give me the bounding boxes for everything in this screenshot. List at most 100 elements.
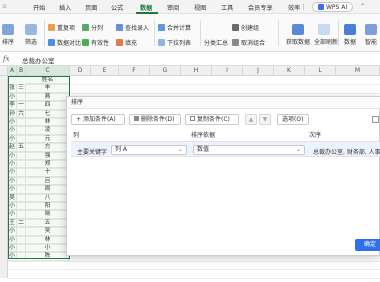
copy-condition-button[interactable]: 复制条件(C) — [185, 114, 239, 125]
row-header[interactable] — [0, 193, 8, 202]
fx-icon[interactable]: fx — [3, 55, 10, 63]
sort-button[interactable]: 排序 — [0, 24, 16, 46]
wps-ai-label: WPS AI — [326, 4, 348, 11]
delete-condition-button[interactable]: 删除条件(D) — [129, 114, 181, 125]
row-header[interactable] — [0, 269, 8, 278]
row-header[interactable] — [0, 210, 8, 219]
filter-icon — [25, 24, 37, 35]
column-header-label: 列 — [73, 132, 80, 139]
more-icon[interactable]: ⋮ — [300, 3, 307, 11]
row-header[interactable] — [0, 218, 8, 228]
delete-condition-label: 删除条件(D) — [141, 116, 175, 123]
ribbon-divider — [44, 20, 45, 46]
row-header[interactable] — [0, 168, 8, 177]
ribbon-divider — [338, 20, 339, 46]
options-button[interactable]: 选项(O) — [277, 114, 309, 125]
ribbon-toolbar: 排序 筛选 重复项 数据对比 分列 有效性 查找录入 填充 合并计算 下拉列表 … — [0, 14, 380, 52]
ok-button[interactable]: 确定 — [355, 239, 380, 251]
select-all-corner[interactable] — [0, 66, 8, 76]
get-data-icon — [292, 24, 304, 35]
subtotal-button[interactable]: 分类汇总 — [204, 38, 228, 47]
row-header[interactable] — [0, 126, 8, 135]
split-button[interactable]: 分列 — [82, 23, 103, 32]
move-down-button[interactable]: ▼ — [259, 114, 271, 125]
row-header[interactable] — [0, 185, 8, 194]
column-header-d[interactable]: D — [70, 66, 91, 76]
add-condition-button[interactable]: + 添加条件(A) — [71, 114, 125, 125]
row-header[interactable] — [0, 227, 8, 236]
find-input-button[interactable]: 查找录入 — [116, 23, 149, 32]
smart-button[interactable]: 智能 — [362, 24, 380, 46]
tab-formula[interactable]: 公式 — [111, 3, 123, 12]
get-data-button[interactable]: 获取数据 — [284, 24, 312, 46]
create-group-button[interactable]: 创建组 — [232, 23, 259, 32]
sort-basis-header-label: 排序依据 — [191, 132, 216, 139]
tab-review[interactable]: 审阅 — [167, 3, 179, 12]
header-checkbox[interactable] — [372, 116, 379, 123]
wps-ai-button[interactable]: WPS AI — [312, 2, 354, 12]
column-header-h[interactable]: H — [181, 66, 212, 76]
row-header[interactable] — [0, 118, 8, 127]
column-select[interactable]: 列 A ⌄ — [111, 145, 187, 155]
row-header[interactable] — [0, 76, 8, 85]
refresh-label: 全部刷新 — [314, 39, 339, 46]
filter-label: 筛选 — [24, 39, 37, 46]
row-header[interactable] — [0, 260, 8, 270]
tab-view[interactable]: 视图 — [194, 3, 206, 12]
sort-icon — [2, 24, 14, 35]
column-header-a[interactable]: A — [8, 66, 17, 76]
sort-basis-select[interactable]: 数值 ⌄ — [193, 145, 305, 155]
dropdown-list-button[interactable]: 下拉列表 — [158, 38, 191, 47]
column-header-l[interactable]: L — [305, 66, 336, 76]
row-header[interactable] — [0, 244, 8, 253]
row-header[interactable] — [0, 176, 8, 186]
get-data-label: 获取数据 — [285, 39, 310, 46]
column-header-c[interactable]: C — [26, 66, 70, 76]
fill-button[interactable]: 填充 — [116, 38, 137, 47]
row-header[interactable] — [0, 160, 8, 169]
tab-efficiency[interactable]: 效率 — [288, 3, 300, 12]
refresh-button[interactable]: 全部刷新 — [314, 24, 338, 46]
column-header-f[interactable]: F — [119, 66, 150, 76]
column-select-value: 列 A — [115, 146, 128, 153]
duplicates-button[interactable]: 重复项 — [48, 23, 75, 32]
order-select[interactable]: 总裁办公室, 财务部, 人事部 — [313, 147, 380, 156]
column-header-e[interactable]: E — [91, 66, 119, 76]
compare-button[interactable]: 数据对比 — [48, 38, 81, 47]
column-header-j[interactable]: J — [243, 66, 274, 76]
row-header[interactable] — [0, 235, 8, 244]
column-header-i[interactable]: I — [212, 66, 243, 76]
formula-input[interactable]: 总裁办公室 — [22, 55, 55, 65]
chevron-up-icon[interactable]: ⌃ — [360, 3, 365, 10]
tab-tools[interactable]: 工具 — [221, 3, 233, 12]
tab-page[interactable]: 页面 — [85, 3, 97, 12]
sort-condition-row[interactable]: 主要关键字 列 A ⌄ 数值 ⌄ 总裁办公室, 财务部, 人事部 — [71, 141, 380, 157]
tab-insert[interactable]: 插入 — [59, 3, 71, 12]
data-sheet-icon — [344, 24, 356, 35]
data-sheet-button[interactable]: 数据 — [342, 24, 358, 46]
tab-member[interactable]: 会员专享 — [248, 3, 273, 12]
plus-icon: + — [76, 116, 83, 123]
ungroup-button[interactable]: 取消组合 — [232, 38, 265, 47]
column-header-m[interactable]: M — [336, 66, 380, 76]
row-header[interactable] — [0, 143, 8, 152]
column-header-b[interactable]: B — [17, 66, 26, 76]
merge-calc-label: 合并计算 — [167, 25, 192, 32]
validity-button[interactable]: 有效性 — [82, 38, 109, 47]
row-header[interactable] — [0, 134, 8, 144]
row-header[interactable] — [0, 84, 8, 93]
row-header[interactable] — [0, 109, 8, 118]
row-header[interactable] — [0, 151, 8, 160]
filter-button[interactable]: 筛选 — [22, 24, 40, 46]
row-header[interactable] — [0, 92, 8, 102]
row-header[interactable] — [0, 252, 8, 261]
row-header[interactable] — [0, 202, 8, 211]
column-header-k[interactable]: K — [274, 66, 305, 76]
tab-home[interactable]: 开始 — [33, 3, 45, 12]
row-header[interactable] — [0, 101, 8, 110]
menu-icon[interactable]: ≡ — [2, 3, 7, 10]
move-up-button[interactable]: ▲ — [245, 114, 257, 125]
column-header-g[interactable]: G — [150, 66, 181, 76]
merge-calc-button[interactable]: 合并计算 — [158, 23, 191, 32]
tab-data[interactable]: 数据 — [140, 3, 152, 12]
